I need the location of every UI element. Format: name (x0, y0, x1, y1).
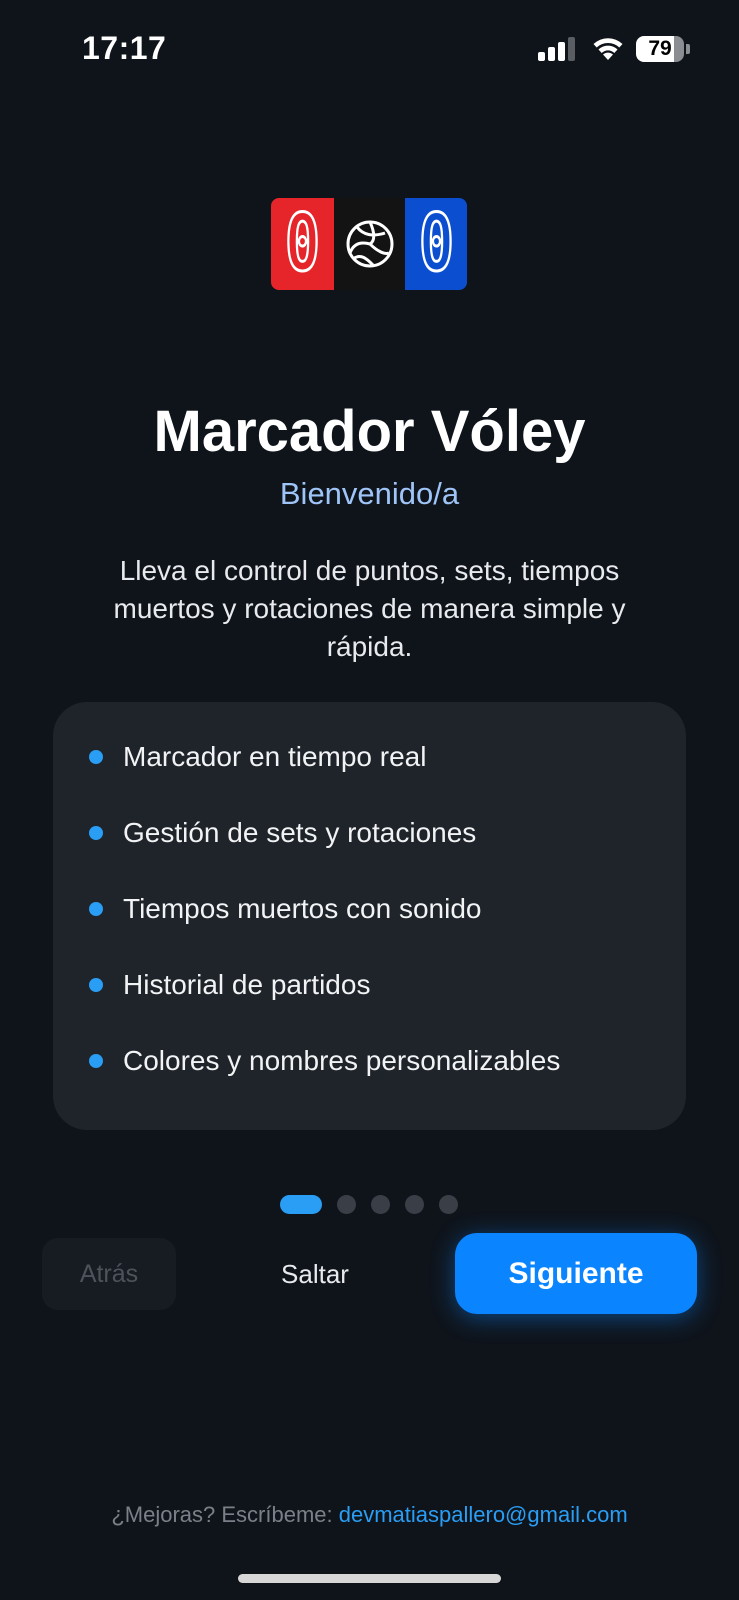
page-dot-active[interactable] (280, 1194, 322, 1214)
page-subtitle: Bienvenido/a (279, 476, 460, 511)
feature-text: Historial de partidos (123, 969, 371, 1000)
battery-body: 79 (636, 36, 684, 62)
back-button[interactable]: Atrás (42, 1238, 176, 1310)
app-logo: 0 0 (271, 198, 467, 290)
bullet-dot-icon (89, 902, 103, 916)
volleyball-icon (346, 220, 393, 268)
features-card: Marcador en tiempo real Gestión de sets … (53, 702, 686, 1130)
bullet-dot-icon (89, 1054, 103, 1068)
feature-item: Historial de partidos (53, 947, 686, 1023)
logo-away-panel: 0 (405, 198, 467, 290)
bullet-dot-icon (89, 826, 103, 840)
feature-item: Colores y nombres personalizables (53, 1023, 686, 1099)
page-dot[interactable] (371, 1194, 390, 1214)
feature-item: Marcador en tiempo real (53, 719, 686, 795)
status-bar: 17:17 79 (0, 0, 739, 100)
page-title: Marcador Vóley (153, 399, 586, 464)
home-indicator[interactable] (238, 1574, 501, 1583)
logo-away-score: 0 (417, 199, 454, 289)
battery-icon: 79 (636, 36, 690, 62)
logo-home-score: 0 (284, 199, 321, 289)
battery-level: 79 (648, 37, 672, 60)
page-dot[interactable] (439, 1194, 458, 1214)
feature-text: Tiempos muertos con sonido (123, 893, 482, 924)
onboarding-screen: 17:17 79 0 0 Marcador Vóley Bienvenido/a… (0, 0, 739, 1600)
feature-item: Tiempos muertos con sonido (53, 871, 686, 947)
footer-prompt: ¿Mejoras? Escríbeme: (111, 1502, 339, 1527)
bullet-dot-icon (89, 750, 103, 764)
page-indicator (280, 1194, 473, 1214)
status-time: 17:17 (82, 30, 167, 66)
feature-text: Gestión de sets y rotaciones (123, 817, 477, 848)
wifi-icon (593, 38, 623, 60)
feature-text: Colores y nombres personalizables (123, 1045, 561, 1076)
footer-email-link[interactable]: devmatiaspallero@gmail.com (339, 1502, 628, 1527)
page-dot[interactable] (337, 1194, 356, 1214)
bullet-dot-icon (89, 978, 103, 992)
cellular-signal-icon (538, 37, 575, 61)
feature-item: Gestión de sets y rotaciones (53, 795, 686, 871)
footer: ¿Mejoras? Escríbeme: devmatiaspallero@gm… (0, 1502, 739, 1528)
logo-center-panel (334, 198, 405, 290)
skip-button[interactable]: Saltar (250, 1238, 380, 1310)
logo-home-panel: 0 (271, 198, 334, 290)
next-button[interactable]: Siguiente (455, 1233, 697, 1314)
page-description: Lleva el control de puntos, sets, tiempo… (113, 555, 626, 662)
feature-text: Marcador en tiempo real (123, 741, 427, 772)
page-dot[interactable] (405, 1194, 424, 1214)
battery-cap (686, 44, 690, 54)
